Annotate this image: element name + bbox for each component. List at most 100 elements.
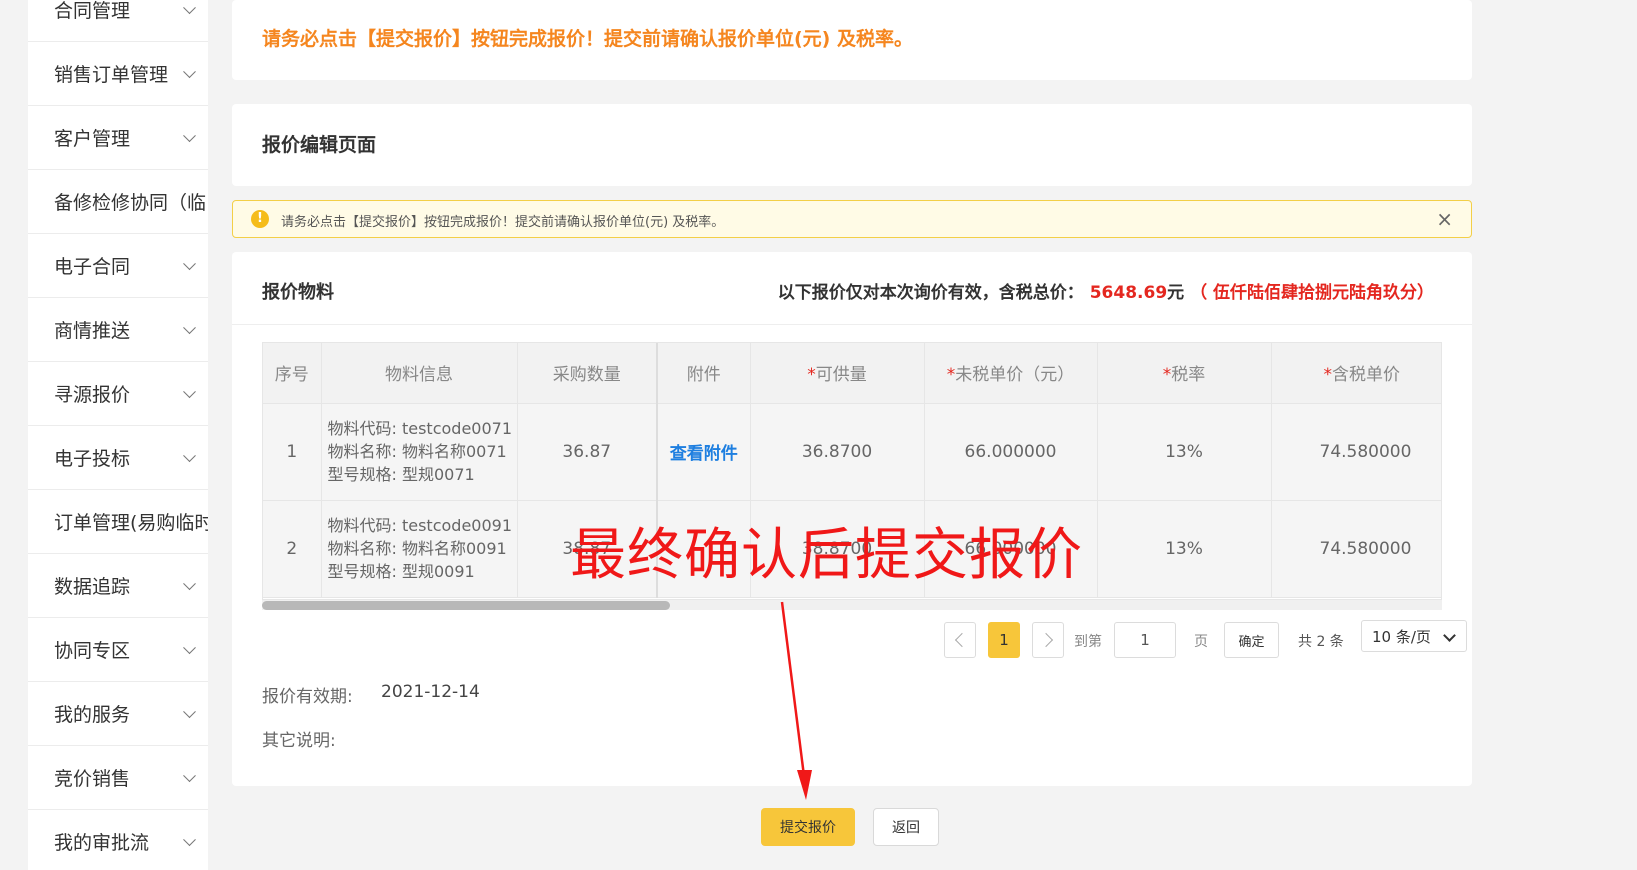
validity-label: 报价有效期: bbox=[262, 687, 353, 707]
total-amount: 5648.69 bbox=[1089, 283, 1168, 303]
sidebar-item-customer[interactable]: 客户管理 bbox=[28, 106, 208, 170]
sidebar-item-sales-order[interactable]: 销售订单管理 bbox=[28, 42, 208, 106]
chevron-down-icon bbox=[183, 832, 196, 846]
sidebar-item-sourcing-quote[interactable]: 寻源报价 bbox=[28, 362, 208, 426]
col-supply: *可供量 bbox=[750, 343, 925, 404]
col-taxed: *含税单价 bbox=[1271, 343, 1441, 404]
material-spec: 型号规格: 型规0091 bbox=[327, 562, 475, 581]
col-untaxed-label: 未税单价（元） bbox=[955, 365, 1075, 386]
sidebar-item-label: 数据追踪 bbox=[54, 576, 131, 598]
sidebar-item-auction-sales[interactable]: 竞价销售 bbox=[28, 746, 208, 810]
back-button[interactable]: 返回 bbox=[873, 808, 939, 846]
page-size-select[interactable]: 10 条/页 bbox=[1361, 620, 1467, 652]
chevron-down-icon bbox=[183, 704, 196, 718]
next-page-button[interactable] bbox=[1032, 622, 1064, 658]
page-1-button[interactable]: 1 bbox=[988, 622, 1020, 658]
total-price: 以下报价仅对本次询价有效，含税总价： 5648.69元 （ 伍仟陆佰肆拾捌元陆角… bbox=[778, 278, 1434, 303]
top-notice-card: 请务必点击【提交报价】按钮完成报价！提交前请确认报价单位(元) 及税率。 bbox=[232, 0, 1472, 80]
material-code: 物料代码: testcode0071 bbox=[327, 419, 513, 438]
view-attachment-link[interactable]: 查看附件 bbox=[670, 444, 738, 464]
confirm-page-button[interactable]: 确定 bbox=[1224, 622, 1279, 658]
chevron-down-icon bbox=[183, 576, 196, 590]
total-count: 共 2 条 bbox=[1298, 634, 1344, 650]
chevron-down-icon bbox=[183, 448, 196, 462]
cell-taxed: 74.580000 bbox=[1271, 500, 1441, 598]
required-mark: * bbox=[1162, 365, 1172, 386]
col-tax-label: 税率 bbox=[1171, 365, 1206, 386]
sidebar-item-approval-flow[interactable]: 我的审批流 bbox=[28, 810, 208, 870]
chevron-left-icon bbox=[954, 632, 970, 648]
sidebar-item-maintenance[interactable]: 备修检修协同（临 bbox=[28, 170, 208, 234]
total-unit: 元 bbox=[1167, 283, 1185, 303]
sidebar-item-label: 商情推送 bbox=[54, 320, 131, 342]
sidebar-item-market-push[interactable]: 商情推送 bbox=[28, 298, 208, 362]
sidebar-item-my-services[interactable]: 我的服务 bbox=[28, 682, 208, 746]
top-notice-text: 请务必点击【提交报价】按钮完成报价！提交前请确认报价单位(元) 及税率。 bbox=[262, 28, 913, 50]
sidebar-item-label: 客户管理 bbox=[54, 128, 131, 150]
sidebar: 合同管理 销售订单管理 客户管理 备修检修协同（临 电子合同 商情推送 寻源报价… bbox=[28, 0, 208, 870]
divider bbox=[232, 324, 1472, 325]
cell-attach: 查看附件 bbox=[657, 403, 751, 501]
horizontal-scrollbar[interactable] bbox=[262, 599, 1442, 610]
annotation-text: 最终确认后提交报价 bbox=[570, 523, 1083, 588]
material-spec: 型号规格: 型规0071 bbox=[327, 465, 475, 484]
scrollbar-thumb[interactable] bbox=[262, 601, 670, 610]
sidebar-item-label: 我的服务 bbox=[54, 704, 131, 726]
cell-seq: 2 bbox=[263, 500, 322, 598]
cell-taxed: 74.580000 bbox=[1271, 403, 1441, 501]
sidebar-item-e-contract[interactable]: 电子合同 bbox=[28, 234, 208, 298]
chevron-down-icon bbox=[183, 0, 196, 14]
sidebar-item-contract[interactable]: 合同管理 bbox=[28, 0, 208, 42]
cell-seq: 1 bbox=[263, 403, 322, 501]
sidebar-item-order-management[interactable]: 订单管理(易购临时 bbox=[28, 490, 208, 554]
sidebar-item-e-bidding[interactable]: 电子投标 bbox=[28, 426, 208, 490]
col-info: 物料信息 bbox=[321, 343, 518, 404]
sidebar-item-label: 电子投标 bbox=[54, 448, 131, 470]
pagination: 1 到第 1 页 确定 共 2 条 10 条/页 bbox=[232, 620, 1472, 658]
goto-label: 到第 bbox=[1074, 634, 1102, 650]
total-prefix: 以下报价仅对本次询价有效，含税总价： bbox=[777, 283, 1084, 303]
material-title: 报价物料 bbox=[262, 282, 334, 303]
sidebar-item-label: 电子合同 bbox=[54, 256, 131, 278]
submit-quote-button[interactable]: 提交报价 bbox=[761, 808, 855, 846]
alert-text: 请务必点击【提交报价】按钮完成报价！提交前请确认报价单位(元) 及税率。 bbox=[281, 215, 725, 230]
notes-label: 其它说明: bbox=[262, 731, 336, 751]
col-qty: 采购数量 bbox=[517, 343, 658, 404]
table-header-row: 序号 物料信息 采购数量 附件 *可供量 *未税单价（元） *税率 *含税单价 bbox=[263, 343, 1441, 404]
cell-info: 物料代码: testcode0071 物料名称: 物料名称0071 型号规格: … bbox=[321, 403, 518, 501]
sidebar-item-collaboration[interactable]: 协同专区 bbox=[28, 618, 208, 682]
required-mark: * bbox=[1323, 365, 1333, 386]
col-seq: 序号 bbox=[263, 343, 322, 404]
required-mark: * bbox=[807, 365, 816, 386]
sidebar-item-label: 寻源报价 bbox=[54, 384, 131, 406]
chevron-down-icon bbox=[1443, 629, 1456, 642]
validity-value: 2021-12-14 bbox=[381, 682, 480, 702]
chevron-down-icon bbox=[183, 64, 196, 78]
warning-alert: ! 请务必点击【提交报价】按钮完成报价！提交前请确认报价单位(元) 及税率。 × bbox=[232, 200, 1472, 238]
prev-page-button[interactable] bbox=[944, 622, 976, 658]
sidebar-item-data-tracking[interactable]: 数据追踪 bbox=[28, 554, 208, 618]
total-words: （ 伍仟陆佰肆拾捌元陆角玖分） bbox=[1190, 283, 1434, 303]
cell-info: 物料代码: testcode0091 物料名称: 物料名称0091 型号规格: … bbox=[321, 500, 518, 598]
edit-title-card: 报价编辑页面 bbox=[232, 104, 1472, 186]
table-row: 1 物料代码: testcode0071 物料名称: 物料名称0071 型号规格… bbox=[263, 403, 1441, 501]
cell-qty: 36.87 bbox=[517, 403, 658, 501]
chevron-down-icon bbox=[183, 256, 196, 270]
col-taxed-label: 含税单价 bbox=[1332, 365, 1400, 386]
sidebar-item-label: 我的审批流 bbox=[54, 832, 150, 854]
col-tax: *税率 bbox=[1097, 343, 1272, 404]
sidebar-item-label: 合同管理 bbox=[54, 0, 131, 22]
chevron-right-icon bbox=[1038, 632, 1054, 648]
sidebar-item-label: 备修检修协同（临 bbox=[54, 192, 207, 214]
goto-page-input[interactable]: 1 bbox=[1114, 622, 1176, 658]
chevron-down-icon bbox=[183, 768, 196, 782]
cell-supply: 36.8700 bbox=[750, 403, 925, 501]
close-icon[interactable]: × bbox=[1436, 207, 1453, 231]
col-supply-label: 可供量 bbox=[815, 365, 867, 386]
chevron-down-icon bbox=[183, 384, 196, 398]
col-untaxed: *未税单价（元） bbox=[924, 343, 1098, 404]
cell-tax: 13% bbox=[1097, 500, 1272, 598]
page-size-value: 10 条/页 bbox=[1372, 627, 1431, 646]
cell-untaxed: 66.000000 bbox=[924, 403, 1098, 501]
page-title: 报价编辑页面 bbox=[262, 134, 377, 156]
